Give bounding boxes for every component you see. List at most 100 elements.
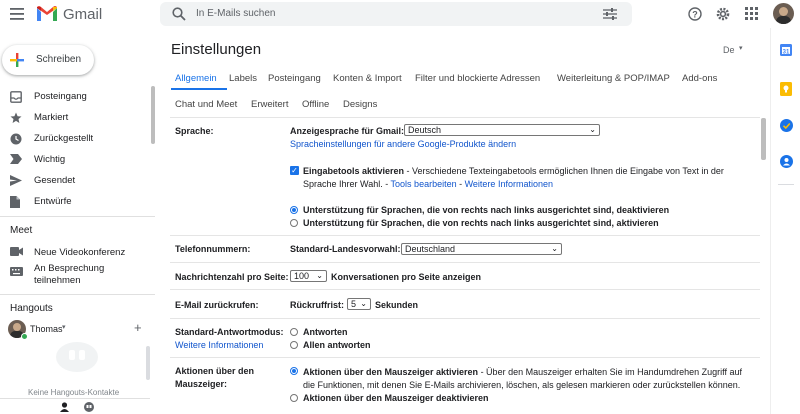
hangouts-user-name[interactable]: Thomas xyxy=(30,324,63,334)
tab-accounts-import[interactable]: Konten & Import xyxy=(333,73,402,84)
language-label: Sprache: xyxy=(175,126,214,136)
reply-mode-label: Standard-Antwortmodus: xyxy=(175,327,284,337)
compose-plus-icon xyxy=(10,53,24,67)
tasks-icon[interactable] xyxy=(780,119,793,132)
search-icon[interactable] xyxy=(172,7,186,21)
search-input[interactable]: In E-Mails suchen xyxy=(196,8,275,19)
keep-icon[interactable] xyxy=(780,82,792,96)
star-icon xyxy=(10,112,22,124)
hangouts-footer xyxy=(0,398,150,414)
sidebar-item-label: Zurückgestellt xyxy=(34,133,94,144)
tab-general[interactable]: Allgemein xyxy=(175,73,217,84)
undo-period-label: Rückruffrist: xyxy=(290,300,345,310)
tab-inbox[interactable]: Posteingang xyxy=(268,73,321,84)
reply-all-label: Allen antworten xyxy=(303,340,371,350)
meet-join-meeting[interactable]: An Besprechung teilnehmen xyxy=(0,263,150,289)
draft-file-icon xyxy=(10,196,20,208)
tab-forwarding[interactable]: Weiterleitung & POP/IMAP xyxy=(557,73,670,84)
compose-label: Schreiben xyxy=(36,54,82,65)
sidebar-divider xyxy=(0,216,155,217)
search-bar[interactable]: In E-Mails suchen xyxy=(160,2,632,26)
rtl-off-label: Unterstützung für Sprachen, die von rech… xyxy=(303,205,670,215)
main-scrollbar[interactable] xyxy=(761,118,766,160)
search-options-icon[interactable] xyxy=(603,8,617,20)
rtl-on-label: Unterstützung für Sprachen, die von rech… xyxy=(303,218,659,228)
reply-all-radio[interactable] xyxy=(290,341,298,349)
other-products-language-link[interactable]: Spracheinstellungen für andere Google-Pr… xyxy=(290,139,516,149)
sidebar-item-label: Markiert xyxy=(34,112,69,123)
country-code-select[interactable]: Deutschland ⌄ xyxy=(401,243,562,255)
chevron-down-icon: ⌄ xyxy=(551,244,558,253)
hangouts-section-title: Hangouts xyxy=(10,303,53,314)
sidebar-item-label: Gesendet xyxy=(34,175,76,186)
settings-gear-icon[interactable] xyxy=(716,7,730,21)
main-menu-icon[interactable] xyxy=(10,8,24,20)
rtl-off-radio[interactable] xyxy=(290,206,298,214)
person-icon[interactable] xyxy=(60,402,69,412)
row-divider xyxy=(170,318,760,319)
hangouts-scrollbar[interactable] xyxy=(146,346,150,380)
more-info-link[interactable]: Weitere Informationen xyxy=(465,179,553,189)
input-tools-checkbox[interactable]: ✓ xyxy=(290,166,299,175)
page-size-suffix: Konversationen pro Seite anzeigen xyxy=(331,272,482,282)
compose-button[interactable]: Schreiben xyxy=(2,45,94,75)
country-code-label: Standard-Landesvorwahl: xyxy=(290,244,401,254)
chevron-down-icon: ⌄ xyxy=(589,125,596,134)
sidebar-divider xyxy=(0,294,155,295)
meet-new-meeting-label: Neue Videokonferenz xyxy=(34,247,126,258)
tab-advanced[interactable]: Erweitert xyxy=(251,99,288,110)
sidebar-item-starred[interactable]: Markiert xyxy=(0,108,150,128)
row-divider xyxy=(170,235,760,236)
display-language-select[interactable]: Deutsch ⌄ xyxy=(404,124,600,136)
contacts-icon[interactable] xyxy=(780,155,793,168)
sidebar-item-sent[interactable]: Gesendet xyxy=(0,171,150,191)
sidebar-item-inbox[interactable]: Posteingang xyxy=(0,87,150,107)
sidebar-item-snoozed[interactable]: Zurückgestellt xyxy=(0,129,150,149)
page-size-select[interactable]: 100 ⌄ xyxy=(290,270,327,282)
undo-send-label: E-Mail zurückrufen: xyxy=(175,300,259,310)
apps-grid-icon[interactable] xyxy=(745,7,758,20)
gmail-logo-icon[interactable] xyxy=(36,5,58,22)
reply-radio[interactable] xyxy=(290,328,298,336)
hover-off-radio[interactable] xyxy=(290,394,298,402)
display-language-label: Anzeigesprache für Gmail: xyxy=(290,126,405,136)
hover-actions-label-2: Mauszeiger: xyxy=(175,379,228,389)
hangouts-empty-text: Keine Hangouts-Kontakte xyxy=(28,388,120,397)
tab-filters[interactable]: Filter und blockierte Adressen xyxy=(415,73,540,84)
hangouts-quote-icon[interactable] xyxy=(84,402,94,412)
edit-tools-link[interactable]: Tools bearbeiten xyxy=(391,179,457,189)
chevron-down-icon[interactable]: ▾ xyxy=(62,323,66,331)
input-language-badge[interactable]: De xyxy=(723,45,735,55)
row-divider xyxy=(170,262,760,263)
chevron-down-icon[interactable]: ▾ xyxy=(739,44,743,52)
tab-addons[interactable]: Add-ons xyxy=(682,73,717,84)
calendar-icon[interactable]: 31 xyxy=(780,44,792,56)
sidebar-scrollbar[interactable] xyxy=(151,86,155,144)
hover-off-label: Aktionen über den Mauszeiger deaktiviere… xyxy=(303,393,489,403)
meet-new-meeting[interactable]: Neue Videokonferenz xyxy=(0,243,150,263)
video-camera-icon xyxy=(10,247,23,256)
row-divider xyxy=(170,289,760,290)
add-contact-plus-icon[interactable]: + xyxy=(134,320,142,335)
tab-offline[interactable]: Offline xyxy=(302,99,329,110)
tab-labels[interactable]: Labels xyxy=(229,73,257,84)
page-size-label: Nachrichtenzahl pro Seite: xyxy=(175,272,289,282)
tab-chat-meet[interactable]: Chat und Meet xyxy=(175,99,237,110)
rail-divider xyxy=(778,184,794,185)
meet-join-label-2: teilnehmen xyxy=(34,275,81,286)
help-icon[interactable]: ? xyxy=(688,7,702,21)
sidebar-item-label: Wichtig xyxy=(34,154,66,165)
chevron-down-icon: ⌄ xyxy=(316,271,323,280)
hangouts-empty-bubble-icon xyxy=(56,342,98,372)
reply-more-info-link[interactable]: Weitere Informationen xyxy=(175,340,263,350)
hover-on-radio[interactable] xyxy=(290,367,298,375)
page-title: Einstellungen xyxy=(171,41,262,58)
tab-themes[interactable]: Designs xyxy=(343,99,377,110)
phone-label: Telefonnummern: xyxy=(175,244,251,254)
sidebar-item-drafts[interactable]: Entwürfe xyxy=(0,192,150,212)
undo-period-select[interactable]: 5 ⌄ xyxy=(347,298,371,310)
sidebar-item-important[interactable]: Wichtig xyxy=(0,150,150,170)
rtl-on-radio[interactable] xyxy=(290,219,298,227)
account-avatar[interactable] xyxy=(773,3,794,24)
hover-actions-label-1: Aktionen über den xyxy=(175,366,255,376)
